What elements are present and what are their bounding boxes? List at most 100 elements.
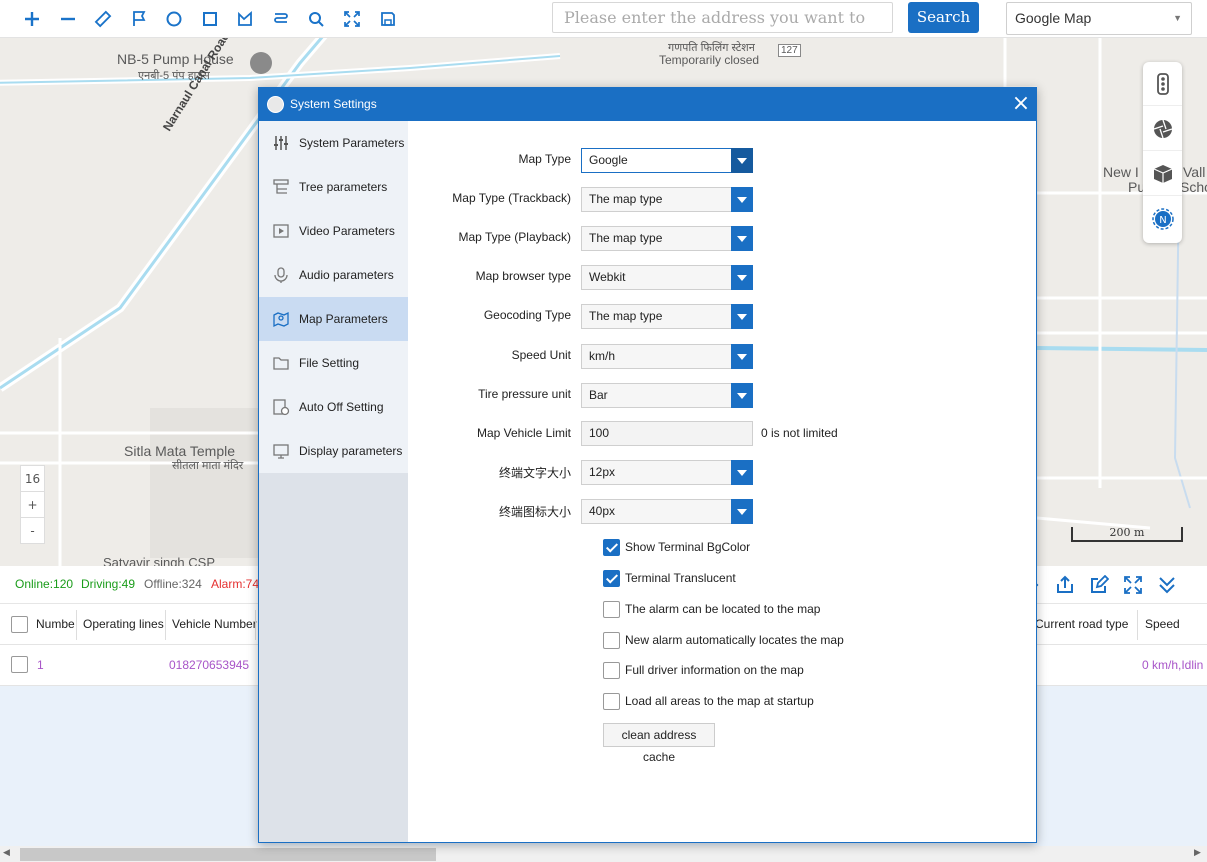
map-label-partial: Satyavir singh CSP (103, 555, 215, 566)
rectangle-icon[interactable] (198, 7, 222, 31)
checkbox-label: Terminal Translucent (625, 571, 736, 585)
flag-icon[interactable] (127, 7, 151, 31)
app-logo-icon (267, 96, 284, 113)
select-terminal-text-size[interactable]: 12px (581, 460, 753, 485)
select-value: km/h (589, 349, 616, 363)
expand-icon[interactable] (1123, 575, 1143, 598)
input-map-vehicle-limit[interactable]: 100 (581, 421, 753, 446)
fullscreen-icon[interactable] (340, 7, 364, 31)
sidebar-item-label: Auto Off Setting (299, 400, 384, 414)
status-offline[interactable]: Offline:324 (144, 577, 202, 591)
scroll-left-icon[interactable]: ◀ (3, 848, 10, 858)
chevron-down-icon[interactable] (731, 460, 753, 485)
status-alarm[interactable]: Alarm:74 (211, 577, 259, 591)
chevron-down-icon[interactable] (731, 344, 753, 369)
close-icon[interactable]: × (1011, 93, 1031, 115)
search-icon[interactable] (304, 7, 328, 31)
display-icon (272, 442, 290, 460)
chevron-down-icon[interactable] (731, 226, 753, 251)
clean-address-cache-button[interactable]: clean address cache (603, 723, 715, 764)
ruler-icon[interactable] (91, 7, 115, 31)
search-button[interactable]: Search (908, 2, 979, 33)
status-online[interactable]: Online:120 (15, 577, 73, 591)
sidebar-item-label: Map Parameters (299, 312, 388, 326)
circle-icon[interactable] (162, 7, 186, 31)
sidebar-item-tree-parameters[interactable]: Tree parameters (259, 165, 408, 209)
checkbox-show-terminal-bgcolor[interactable] (603, 539, 620, 556)
compass-icon[interactable]: N (1143, 197, 1182, 241)
column-divider (255, 610, 256, 640)
address-search-input[interactable]: Please enter the address you want to sea… (552, 2, 893, 56)
landmark-icon (250, 52, 272, 74)
zoom-in-icon[interactable] (20, 7, 44, 31)
row-checkbox[interactable] (11, 656, 28, 673)
cube-icon[interactable] (1143, 152, 1182, 196)
checkbox-new-alarm-locate[interactable] (603, 632, 620, 649)
select-map-browser-type[interactable]: Webkit (581, 265, 753, 290)
chevron-down-icon[interactable] (731, 383, 753, 408)
sliders-icon (272, 134, 290, 152)
select-tire-pressure-unit[interactable]: Bar (581, 383, 753, 408)
traffic-light-icon[interactable] (1143, 62, 1182, 106)
label-map-type: Map Type (518, 152, 571, 166)
sidebar-item-audio-parameters[interactable]: Audio parameters (259, 253, 408, 297)
map-label-route: 127 (778, 44, 801, 57)
label-map-type-trackback: Map Type (Trackback) (452, 191, 571, 205)
column-speed[interactable]: Speed (1145, 617, 1180, 631)
label-terminal-icon-size: 终端图标大小 (498, 505, 571, 519)
microphone-icon (272, 266, 290, 284)
sidebar-item-display-parameters[interactable]: Display parameters (259, 429, 408, 473)
checkbox-full-driver-info[interactable] (603, 662, 620, 679)
chevron-down-icon[interactable] (731, 304, 753, 329)
export-icon[interactable] (1055, 575, 1075, 598)
route-icon[interactable] (269, 7, 293, 31)
column-divider (165, 610, 166, 640)
checkbox-alarm-locate-map[interactable] (603, 601, 620, 618)
folder-icon (272, 354, 290, 372)
map-provider-select[interactable]: Google Map ▼ (1006, 2, 1192, 35)
sidebar-item-file-setting[interactable]: File Setting (259, 341, 408, 385)
sidebar-item-map-parameters[interactable]: Map Parameters (259, 297, 408, 341)
map-zoom-in-button[interactable]: + (21, 492, 44, 518)
select-geocoding-type[interactable]: The map type (581, 304, 753, 329)
sidebar-item-video-parameters[interactable]: Video Parameters (259, 209, 408, 253)
chevron-down-icon[interactable] (731, 187, 753, 212)
chevron-down-icon[interactable] (731, 148, 753, 173)
column-vehicle-number[interactable]: Vehicle Number (172, 617, 257, 631)
select-map-type-playback[interactable]: The map type (581, 226, 753, 251)
column-current-road-type[interactable]: Current road type (1035, 617, 1128, 631)
label-geocoding-type: Geocoding Type (483, 308, 571, 322)
horizontal-scrollbar-thumb[interactable] (20, 848, 436, 861)
select-speed-unit[interactable]: km/h (581, 344, 753, 369)
checkbox-terminal-translucent[interactable] (603, 570, 620, 587)
zoom-level: 16 (21, 466, 44, 492)
polygon-icon[interactable] (233, 7, 257, 31)
select-terminal-icon-size[interactable]: 40px (581, 499, 753, 524)
edit-icon[interactable] (1089, 574, 1110, 598)
collapse-down-icon[interactable] (1157, 575, 1177, 598)
select-all-checkbox[interactable] (11, 616, 28, 633)
select-value: 12px (589, 465, 616, 479)
checkbox-label: Show Terminal BgColor (625, 540, 751, 554)
select-map-type[interactable]: Google (581, 148, 753, 173)
select-value: Bar (589, 388, 608, 402)
select-map-type-trackback[interactable]: The map type (581, 187, 753, 212)
label-tire-pressure-unit: Tire pressure unit (478, 387, 571, 401)
map-zoom-out-button[interactable]: - (21, 518, 44, 544)
save-icon[interactable] (376, 7, 400, 31)
label-map-browser-type: Map browser type (475, 269, 571, 283)
chevron-down-icon[interactable] (731, 265, 753, 290)
column-operating-lines[interactable]: Operating lines (83, 617, 164, 631)
dialog-titlebar[interactable]: System Settings × (259, 88, 1036, 121)
sidebar-item-auto-off-setting[interactable]: Auto Off Setting (259, 385, 408, 429)
column-number[interactable]: Numbe (36, 617, 75, 631)
zoom-out-icon[interactable] (56, 7, 80, 31)
checkbox-load-all-areas[interactable] (603, 693, 620, 710)
status-driving[interactable]: Driving:49 (81, 577, 135, 591)
select-value: The map type (589, 192, 663, 206)
chevron-down-icon[interactable] (731, 499, 753, 524)
aperture-icon[interactable] (1143, 107, 1182, 151)
scroll-right-icon[interactable]: ▶ (1194, 848, 1201, 858)
sidebar-item-system-parameters[interactable]: System Parameters (259, 121, 408, 165)
label-map-type-playback: Map Type (Playback) (458, 230, 572, 244)
